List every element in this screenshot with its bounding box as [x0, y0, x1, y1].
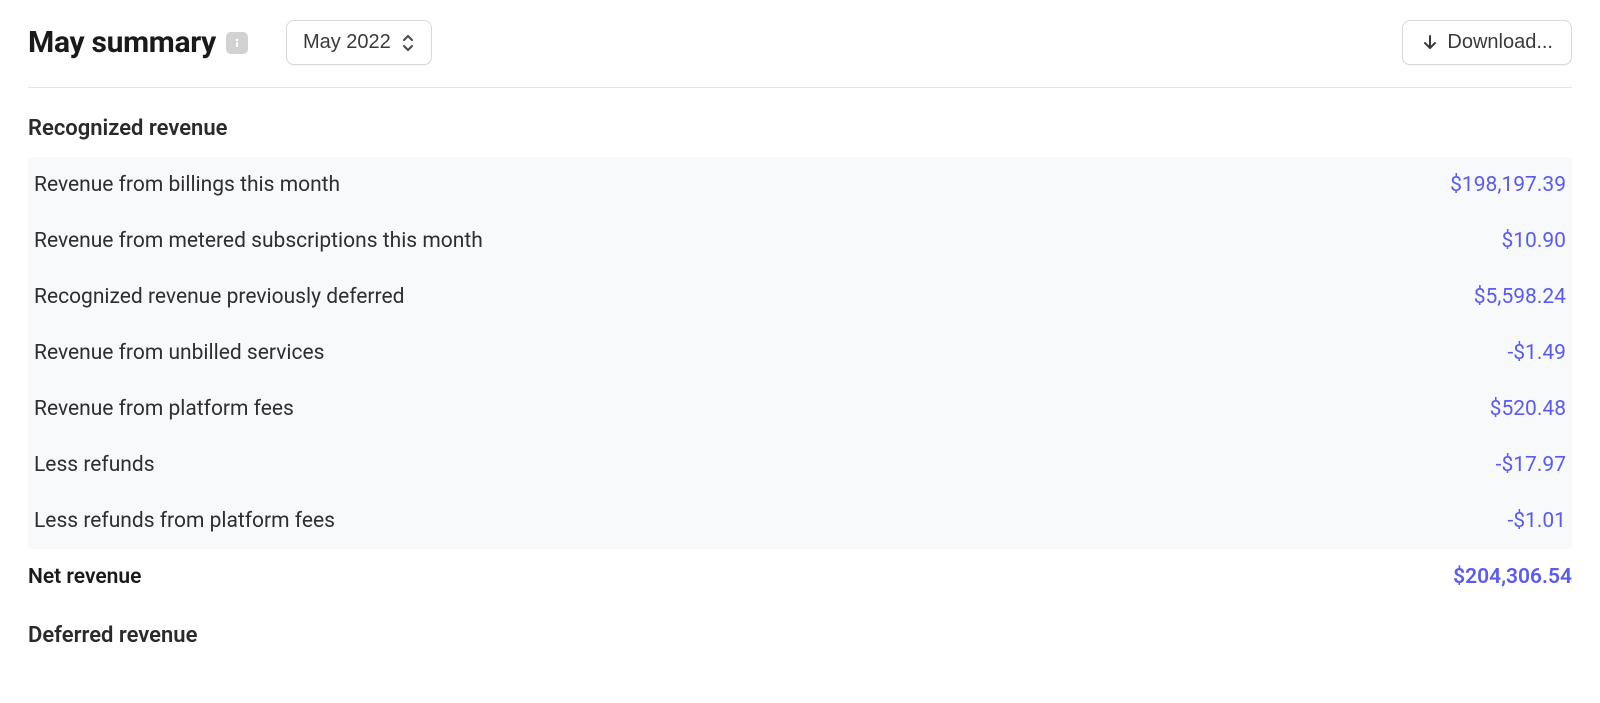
row-label: Revenue from unbilled services — [34, 341, 324, 365]
row-label: Revenue from platform fees — [34, 397, 294, 421]
download-icon — [1421, 34, 1439, 52]
row-label: Less refunds from platform fees — [34, 509, 335, 533]
deferred-revenue-heading: Deferred revenue — [28, 623, 1572, 648]
table-row: Revenue from unbilled services -$1.49 — [28, 325, 1572, 381]
header-left: May summary May 2022 — [28, 20, 432, 65]
chevron-up-down-icon — [401, 34, 415, 52]
net-revenue-value[interactable]: $204,306.54 — [1453, 565, 1572, 589]
row-value[interactable]: $198,197.39 — [1450, 173, 1566, 197]
row-label: Recognized revenue previously deferred — [34, 285, 404, 309]
row-label: Revenue from billings this month — [34, 173, 340, 197]
info-icon[interactable] — [226, 32, 248, 54]
row-value[interactable]: -$1.01 — [1507, 509, 1566, 533]
table-row: Revenue from billings this month $198,19… — [28, 157, 1572, 213]
recognized-revenue-rows: Revenue from billings this month $198,19… — [28, 157, 1572, 549]
recognized-revenue-heading: Recognized revenue — [28, 116, 1572, 141]
row-value[interactable]: -$17.97 — [1496, 453, 1566, 477]
summary-header: May summary May 2022 — [28, 20, 1572, 88]
page-title: May summary — [28, 25, 216, 60]
table-row: Less refunds -$17.97 — [28, 437, 1572, 493]
month-select[interactable]: May 2022 — [286, 20, 432, 65]
table-row: Less refunds from platform fees -$1.01 — [28, 493, 1572, 549]
row-value[interactable]: $5,598.24 — [1474, 285, 1566, 309]
table-row: Revenue from platform fees $520.48 — [28, 381, 1572, 437]
month-select-label: May 2022 — [303, 31, 391, 54]
row-value[interactable]: -$1.49 — [1507, 341, 1566, 365]
title-wrap: May summary — [28, 25, 248, 60]
net-revenue-row: Net revenue $204,306.54 — [28, 549, 1572, 595]
download-button-label: Download... — [1447, 31, 1553, 54]
table-row: Revenue from metered subscriptions this … — [28, 213, 1572, 269]
table-row: Recognized revenue previously deferred $… — [28, 269, 1572, 325]
download-button[interactable]: Download... — [1402, 20, 1572, 65]
row-value[interactable]: $520.48 — [1490, 397, 1566, 421]
row-label: Less refunds — [34, 453, 155, 477]
net-revenue-label: Net revenue — [28, 565, 141, 589]
row-label: Revenue from metered subscriptions this … — [34, 229, 483, 253]
row-value[interactable]: $10.90 — [1501, 229, 1566, 253]
